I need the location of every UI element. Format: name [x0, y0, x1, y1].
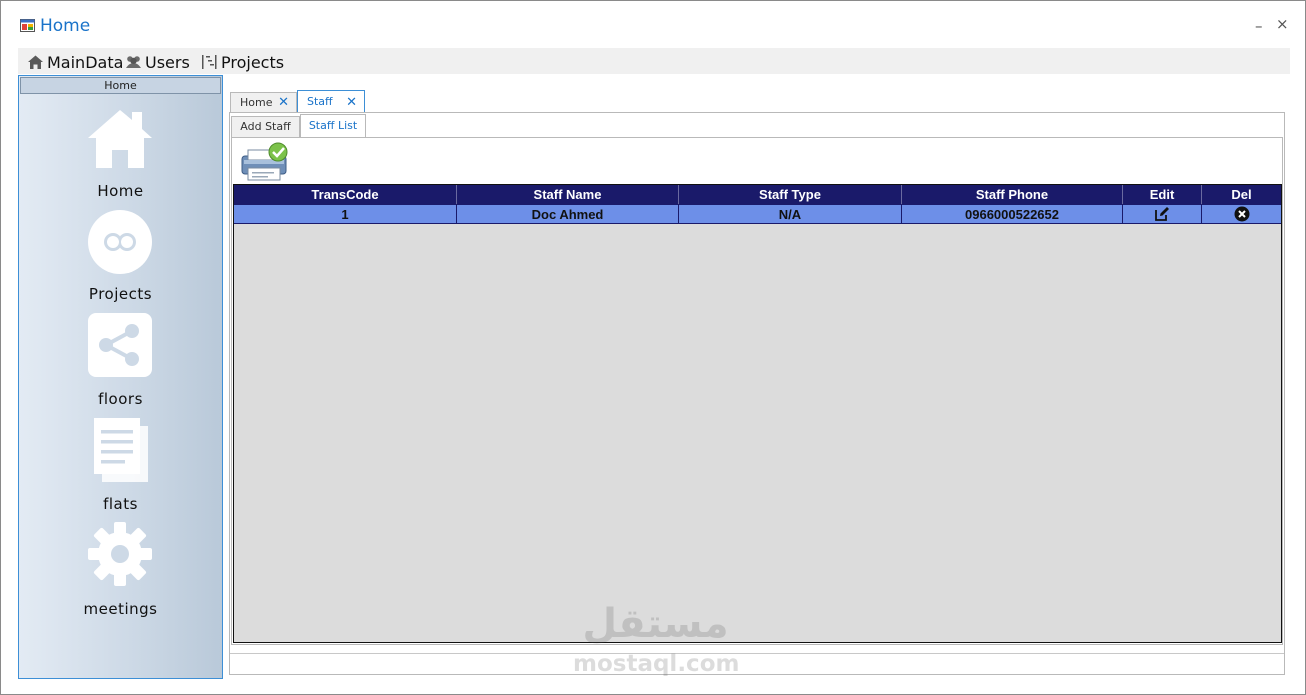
- watermark-latin: mostaql.com: [573, 651, 740, 677]
- tab-home[interactable]: Home ✕: [230, 92, 297, 113]
- sidebar-header: Home: [20, 77, 221, 94]
- cell-staff-name[interactable]: Doc Ahmed: [457, 205, 679, 223]
- home-icon: [28, 55, 43, 69]
- close-icon[interactable]: ✕: [278, 93, 289, 112]
- close-button[interactable]: ×: [1276, 15, 1289, 33]
- cell-transcode[interactable]: 1: [234, 205, 457, 223]
- menu-item-label: Projects: [221, 52, 285, 72]
- subtab-add-staff[interactable]: Add Staff: [231, 116, 300, 138]
- share-icon: [88, 313, 152, 377]
- sidebar-item-label: Projects: [88, 285, 153, 303]
- edit-icon[interactable]: [1154, 206, 1170, 222]
- circles-icon: [88, 210, 152, 274]
- grid-header: TransCode Staff Name Staff Type Staff Ph…: [234, 185, 1281, 204]
- cell-staff-type[interactable]: N/A: [679, 205, 902, 223]
- print-icon[interactable]: [238, 142, 290, 182]
- sidebar-item-label: Home: [97, 182, 144, 200]
- column-header-staff-type[interactable]: Staff Type: [679, 185, 902, 204]
- staff-grid: TransCode Staff Name Staff Type Staff Ph…: [233, 184, 1282, 643]
- sidebar-item-label: flats: [103, 495, 138, 513]
- users-icon: [126, 56, 141, 68]
- sidebar-item-floors[interactable]: floors: [19, 312, 222, 412]
- menu-item-users[interactable]: Users: [125, 52, 190, 72]
- tab-label: Staff: [307, 95, 333, 108]
- house-icon: [88, 110, 152, 168]
- menu-bar: MainData Users Projects: [18, 48, 1290, 74]
- window-title: Home: [40, 16, 91, 36]
- tab-label: Home: [240, 96, 273, 109]
- watermark-arabic: مستقل: [582, 601, 729, 647]
- sidebar-item-home[interactable]: Home: [19, 106, 222, 206]
- menu-item-maindata[interactable]: MainData: [27, 52, 123, 72]
- projects-icon: [202, 55, 217, 69]
- sidebar-item-label: floors: [98, 390, 143, 408]
- column-header-staff-phone[interactable]: Staff Phone: [902, 185, 1123, 204]
- app-icon: [20, 19, 35, 32]
- sidebar-item-meetings[interactable]: meetings: [19, 520, 222, 620]
- column-header-edit[interactable]: Edit: [1123, 185, 1202, 204]
- delete-icon[interactable]: [1234, 206, 1250, 222]
- sidebar-item-label: meetings: [83, 600, 158, 618]
- table-row[interactable]: 1 Doc Ahmed N/A 0966000522652: [234, 204, 1281, 224]
- app-window: Home – × MainData Users Projects Home Ho…: [0, 0, 1306, 695]
- watermark: مستقل mostaql.com: [573, 601, 740, 681]
- staff-tab-panel: Add Staff Staff List TransCode Staff Nam…: [229, 112, 1285, 675]
- staff-list-panel: TransCode Staff Name Staff Type Staff Ph…: [231, 137, 1283, 645]
- sidebar-item-flats[interactable]: flats: [19, 416, 222, 516]
- column-header-transcode[interactable]: TransCode: [234, 185, 457, 204]
- subtab-staff-list[interactable]: Staff List: [300, 114, 366, 138]
- menu-item-projects[interactable]: Projects: [201, 52, 284, 72]
- column-header-staff-name[interactable]: Staff Name: [457, 185, 679, 204]
- title-bar: Home – ×: [1, 1, 1305, 45]
- column-header-del[interactable]: Del: [1202, 185, 1281, 204]
- cell-del[interactable]: [1202, 205, 1281, 223]
- panel-divider: [230, 653, 1284, 654]
- sidebar-item-projects[interactable]: Projects: [19, 210, 222, 310]
- cell-staff-phone[interactable]: 0966000522652: [902, 205, 1123, 223]
- documents-icon: [94, 418, 148, 482]
- gear-icon: [88, 522, 152, 586]
- sidebar: Home Home Projects floors flats meetings: [18, 75, 223, 679]
- menu-item-label: MainData: [47, 52, 124, 72]
- close-icon[interactable]: ✕: [346, 92, 357, 113]
- minimize-button[interactable]: –: [1255, 17, 1263, 35]
- cell-edit[interactable]: [1123, 205, 1202, 223]
- menu-item-label: Users: [145, 52, 190, 72]
- tab-staff[interactable]: Staff ✕: [297, 90, 365, 113]
